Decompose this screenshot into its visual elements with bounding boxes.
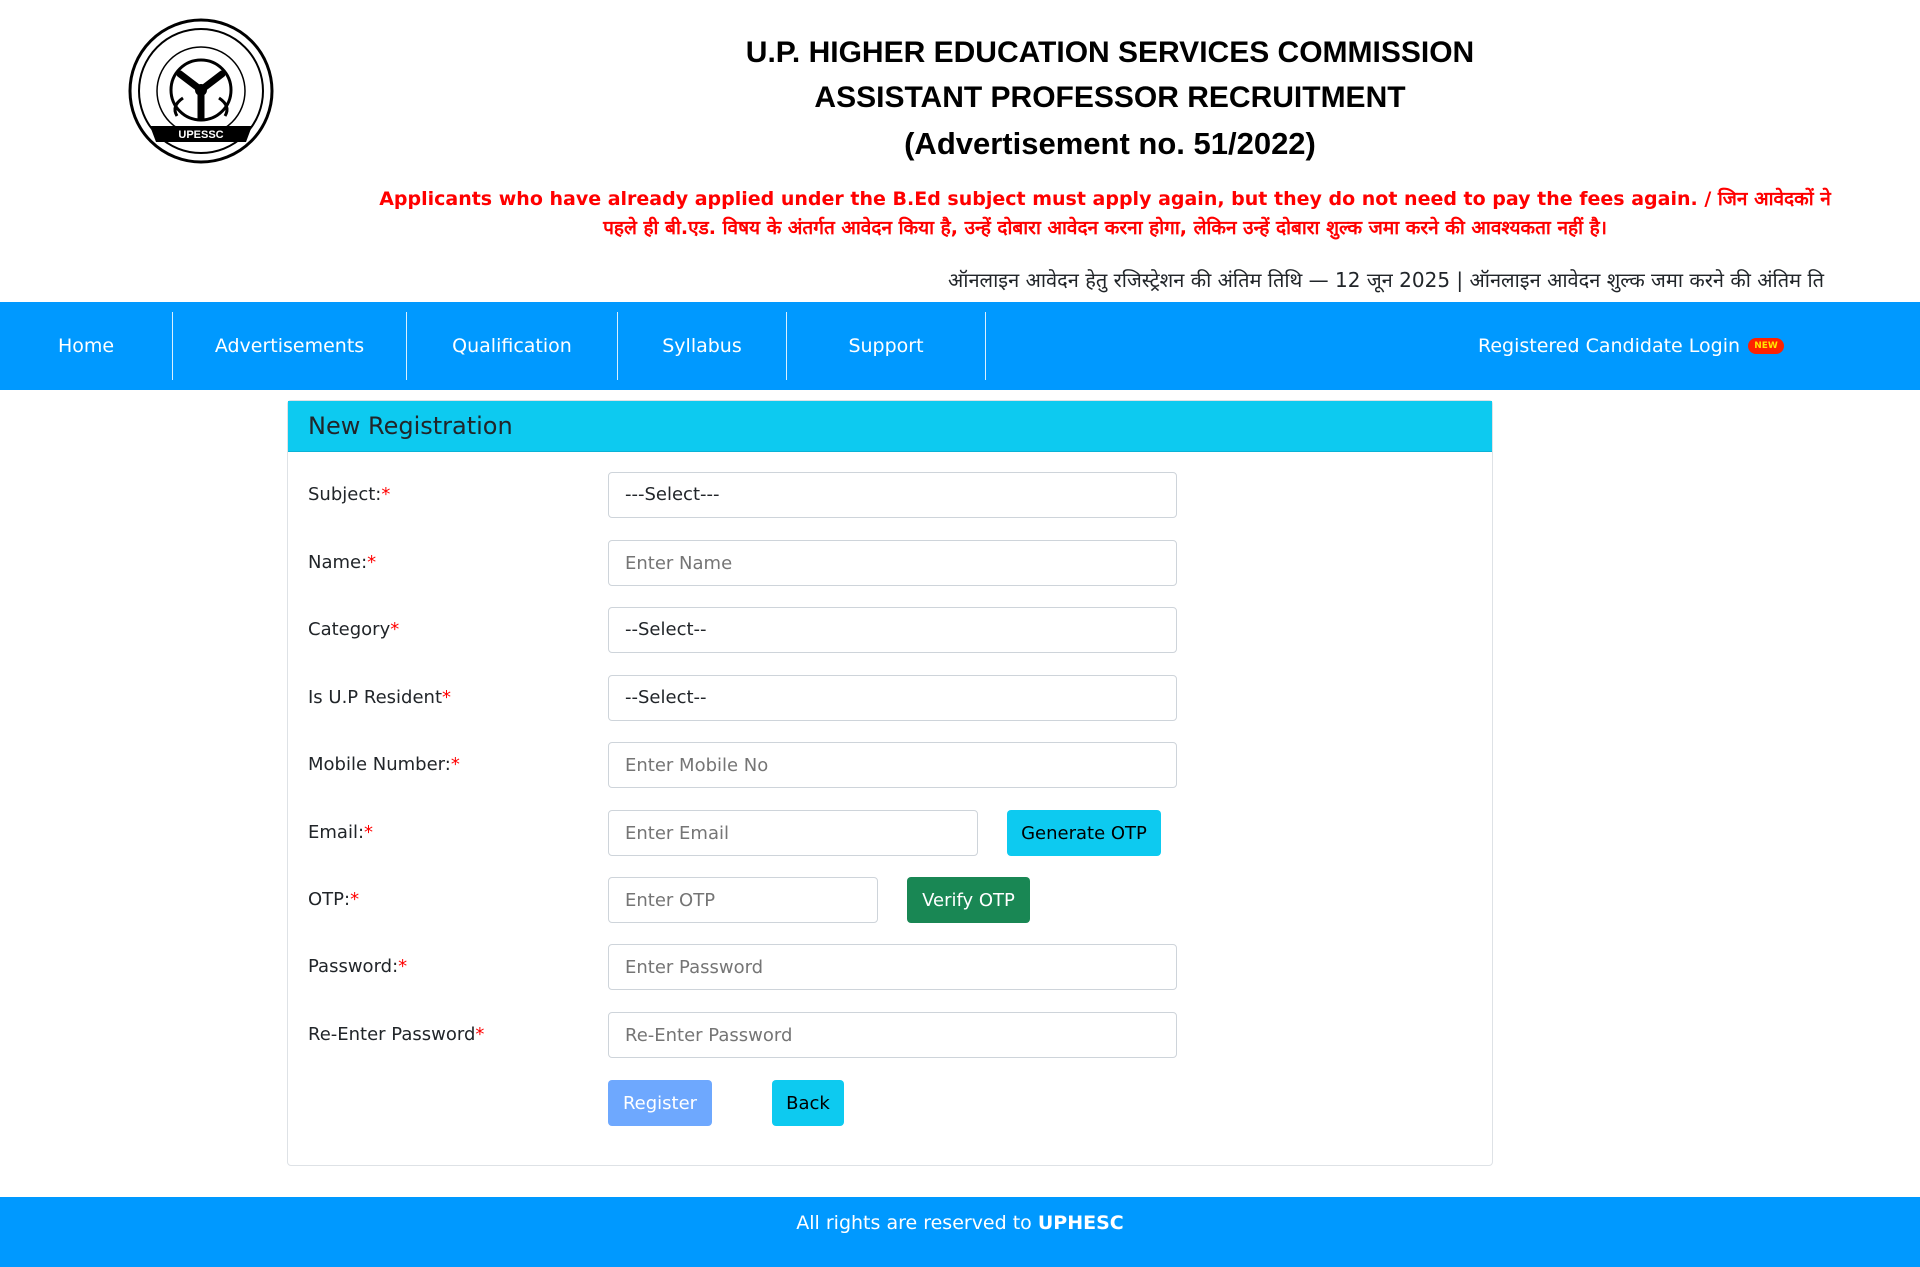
footer-brand: UPHESC	[1037, 1212, 1124, 1234]
password-label: Password:*	[308, 956, 408, 977]
registration-card: New Registration Subject:* ---Select--- …	[287, 400, 1493, 1166]
registered-candidate-login-link[interactable]: Registered Candidate Login NEW	[1478, 312, 1785, 380]
category-select[interactable]: --Select--	[608, 607, 1177, 653]
repassword-input[interactable]	[608, 1012, 1177, 1058]
resident-select[interactable]: --Select--	[608, 675, 1177, 721]
new-badge-icon: NEW	[1748, 338, 1785, 354]
category-label: Category*	[308, 619, 400, 640]
repassword-label: Re-Enter Password*	[308, 1024, 485, 1045]
svg-text:UPESSC: UPESSC	[178, 129, 223, 141]
title-line-3: (Advertisement no. 51/2022)	[904, 126, 1316, 161]
subject-label: Subject:*	[308, 484, 391, 505]
email-input[interactable]	[608, 810, 978, 856]
back-button[interactable]: Back	[772, 1080, 844, 1126]
main-navbar: Home Advertisements Qualification Syllab…	[0, 302, 1920, 390]
site-title: U.P. HIGHER EDUCATION SERVICES COMMISSIO…	[680, 30, 1540, 168]
email-row: Email:* Generate OTP	[288, 810, 1492, 858]
password-row: Password:*	[288, 944, 1492, 992]
repassword-row: Re-Enter Password*	[288, 1012, 1492, 1060]
name-row: Name:*	[288, 540, 1492, 588]
mobile-input[interactable]	[608, 742, 1177, 788]
mobile-row: Mobile Number:*	[288, 742, 1492, 790]
nav-support[interactable]: Support	[787, 312, 985, 380]
otp-row: OTP:* Verify OTP	[288, 877, 1492, 925]
title-line-2: ASSISTANT PROFESSOR RECRUITMENT	[814, 81, 1406, 114]
page-header: UPESSC U.P. HIGHER EDUCATION SERVICES CO…	[0, 0, 1920, 302]
form-actions: Register Back	[288, 1080, 1492, 1128]
subject-select[interactable]: ---Select---	[608, 472, 1177, 518]
card-header: New Registration	[288, 401, 1492, 452]
resident-label: Is U.P Resident*	[308, 687, 451, 708]
nav-syllabus[interactable]: Syllabus	[618, 312, 786, 380]
name-label: Name:*	[308, 552, 377, 573]
mobile-label: Mobile Number:*	[308, 754, 460, 775]
nav-divider	[985, 312, 986, 380]
email-label: Email:*	[308, 822, 374, 843]
login-label: Registered Candidate Login	[1478, 335, 1741, 357]
nav-home[interactable]: Home	[0, 312, 172, 380]
password-input[interactable]	[608, 944, 1177, 990]
name-input[interactable]	[608, 540, 1177, 586]
title-line-1: U.P. HIGHER EDUCATION SERVICES COMMISSIO…	[745, 36, 1475, 69]
nav-qualification[interactable]: Qualification	[407, 312, 617, 380]
nav-advertisements[interactable]: Advertisements	[173, 312, 406, 380]
generate-otp-button[interactable]: Generate OTP	[1007, 810, 1161, 856]
notice-text: Applicants who have already applied unde…	[379, 188, 1831, 239]
otp-input[interactable]	[608, 877, 878, 923]
register-button[interactable]: Register	[608, 1080, 712, 1126]
resident-row: Is U.P Resident* --Select--	[288, 675, 1492, 723]
otp-label: OTP:*	[308, 889, 360, 910]
scrolling-notice[interactable]: ऑनलाइन आवेदन हेतु रजिस्ट्रेशन की अंतिम त…	[948, 266, 1854, 296]
subject-row: Subject:* ---Select---	[288, 472, 1492, 520]
page-footer: All rights are reserved to UPHESC	[0, 1197, 1920, 1267]
verify-otp-button[interactable]: Verify OTP	[907, 877, 1030, 923]
category-row: Category* --Select--	[288, 607, 1492, 655]
footer-text: All rights are reserved to	[796, 1212, 1038, 1234]
upessc-logo-icon: UPESSC	[128, 18, 274, 164]
card-title: New Registration	[308, 412, 513, 440]
